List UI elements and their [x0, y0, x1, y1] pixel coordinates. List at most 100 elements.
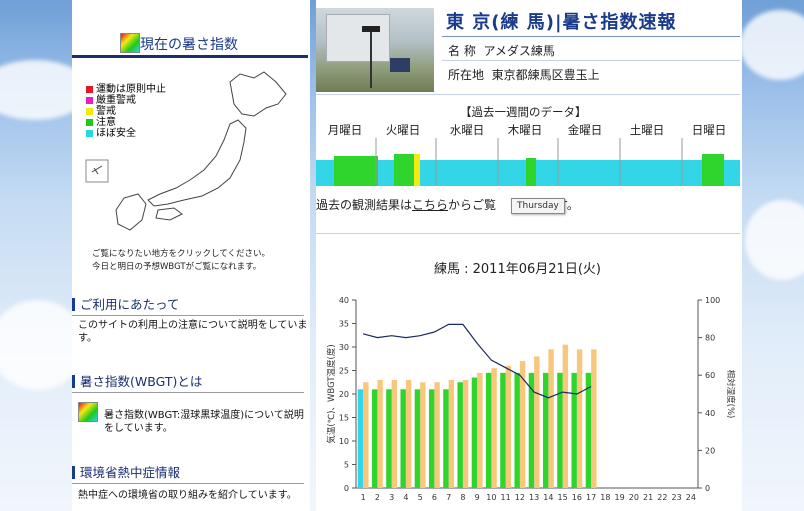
chart-title: 練馬 : 2011年06月21日(火) [434, 262, 601, 277]
wbgt-icon [78, 402, 98, 422]
x-tick-label: 10 [486, 493, 496, 502]
usage-notes-desc: このサイトの利用上の注意について説明をしています。 [78, 320, 308, 344]
day-label-wed[interactable]: 水曜日 [438, 122, 496, 138]
day-label-tue[interactable]: 火曜日 [374, 122, 432, 138]
wbgt-bar [585, 372, 592, 488]
x-tick-label: 1 [361, 493, 366, 502]
right-tick-label: 60 [705, 371, 715, 380]
day-label-mon[interactable]: 月曜日 [316, 122, 374, 138]
right-tick-label: 0 [705, 484, 710, 493]
right-y-axis-label: 相対湿度(%) [725, 370, 736, 419]
shikoku-region [155, 207, 183, 221]
left-tick-label: 40 [339, 296, 349, 305]
x-tick-label: 6 [432, 493, 437, 502]
week-strip[interactable] [316, 138, 740, 186]
day-label-fri[interactable]: 金曜日 [556, 122, 614, 138]
wbgt-bar [500, 372, 506, 488]
week-strip-sun-green [702, 154, 724, 186]
x-tick-label: 17 [586, 493, 596, 502]
x-tick-label: 21 [643, 493, 653, 502]
x-tick-label: 2 [375, 493, 380, 502]
left-y-axis-label: 気温(℃)、WBGT温度(度) [326, 344, 337, 443]
wbgt-bar [528, 372, 535, 488]
temperature-bar [448, 379, 455, 488]
wbgt-bar [443, 389, 449, 488]
heat-index-icon [120, 33, 140, 53]
temperature-bar [548, 349, 554, 488]
wbgt-bar [371, 389, 378, 488]
x-tick-label: 9 [475, 493, 480, 502]
temperature-bar [391, 379, 398, 488]
x-tick-label: 7 [446, 493, 451, 502]
okinawa-region [91, 165, 103, 175]
day-label-sat[interactable]: 土曜日 [618, 122, 676, 138]
left-tick-label: 25 [339, 367, 349, 376]
day-tooltip: Thursday [511, 198, 565, 214]
x-tick-label: 24 [686, 493, 696, 502]
x-tick-label: 15 [558, 493, 568, 502]
honshu-region [147, 119, 247, 207]
left-tick-label: 0 [344, 484, 349, 493]
temperature-bar [434, 382, 440, 488]
x-tick-label: 4 [403, 493, 408, 502]
main-panel: 東 京(練 馬)|暑さ指数速報 名 称 アメダス練馬 所在地 東京都練馬区豊玉上… [316, 0, 742, 511]
station-name-row: 名 称 アメダス練馬 [448, 44, 555, 58]
week-strip-mon-green [334, 156, 378, 186]
temperature-bar [576, 349, 583, 488]
current-heat-index-title: 現在の暑さ指数 [140, 37, 238, 53]
wbgt-bar [471, 377, 478, 488]
week-strip-thu-green [526, 158, 536, 186]
x-tick-label: 18 [600, 493, 610, 502]
x-tick-label: 13 [529, 493, 539, 502]
moe-heatstroke-desc: 熱中症への環境省の取り組みを紹介しています。 [78, 490, 297, 501]
wbgt-bar [357, 389, 364, 488]
wbgt-about-link[interactable]: 暑さ指数(WBGT)とは [72, 371, 304, 393]
map-caption: ご覧になりたい地方をクリックしてください。 今日と明日の予想WBGTがご覧になれ… [92, 249, 270, 272]
week-title: 【過去一週間のデータ】 [460, 105, 587, 119]
wbgt-bar [414, 389, 421, 488]
past-results-link[interactable]: こちら [412, 198, 448, 212]
wbgt-bar [571, 372, 577, 488]
wbgt-chart: 05101520253035400204060801001 2 3 4 5 6 7 8 9 10 1… [326, 296, 736, 502]
temperature-bar [363, 382, 369, 488]
wbgt-bar [386, 389, 392, 488]
station-location-row: 所在地 東京都練馬区豊玉上 [448, 68, 600, 82]
week-strip-tue-green [394, 154, 414, 186]
left-tick-label: 20 [339, 390, 349, 399]
japan-map[interactable] [80, 60, 306, 240]
wbgt-bar [457, 382, 463, 488]
left-panel: 現在の暑さ指数 運動は原則中止 厳重警戒 警戒 注意 ほぼ安全 ご覧になりたい地… [72, 0, 310, 511]
temperature-bar [477, 372, 483, 488]
wbgt-bar [428, 389, 435, 488]
wbgt-bar [557, 372, 563, 488]
usage-notes-link[interactable]: ご利用にあたって [72, 294, 304, 316]
hokkaido-region [229, 71, 287, 117]
header-bottom-rule [316, 94, 740, 95]
day-label-thu[interactable]: 木曜日 [496, 122, 554, 138]
temperature-bar [420, 382, 426, 488]
right-tick-label: 100 [705, 296, 720, 305]
x-tick-label: 14 [543, 493, 553, 502]
station-photo [316, 8, 434, 92]
moe-heatstroke-link[interactable]: 環境省熱中症情報 [72, 462, 304, 484]
left-tick-label: 35 [339, 320, 349, 329]
x-tick-label: 23 [672, 493, 682, 502]
right-tick-label: 80 [705, 334, 715, 343]
x-tick-label: 12 [515, 493, 525, 502]
x-tick-label: 16 [572, 493, 582, 502]
x-tick-label: 19 [615, 493, 625, 502]
x-tick-label: 5 [418, 493, 423, 502]
wbgt-bar [485, 372, 492, 488]
wbgt-bar [400, 389, 406, 488]
wbgt-bar [542, 372, 549, 488]
temperature-bar [505, 365, 512, 488]
wbgt-about-desc: 暑さ指数(WBGT:湿球黒球温度)について説明をしています。 [104, 410, 304, 434]
week-strip-tue-yellow [414, 154, 420, 186]
temperature-bar [491, 368, 497, 488]
x-tick-label: 22 [657, 493, 667, 502]
x-tick-label: 20 [629, 493, 639, 502]
day-label-sun[interactable]: 日曜日 [680, 122, 738, 138]
right-tick-label: 40 [705, 409, 715, 418]
left-tick-label: 5 [344, 461, 349, 470]
x-tick-label: 3 [389, 493, 394, 502]
